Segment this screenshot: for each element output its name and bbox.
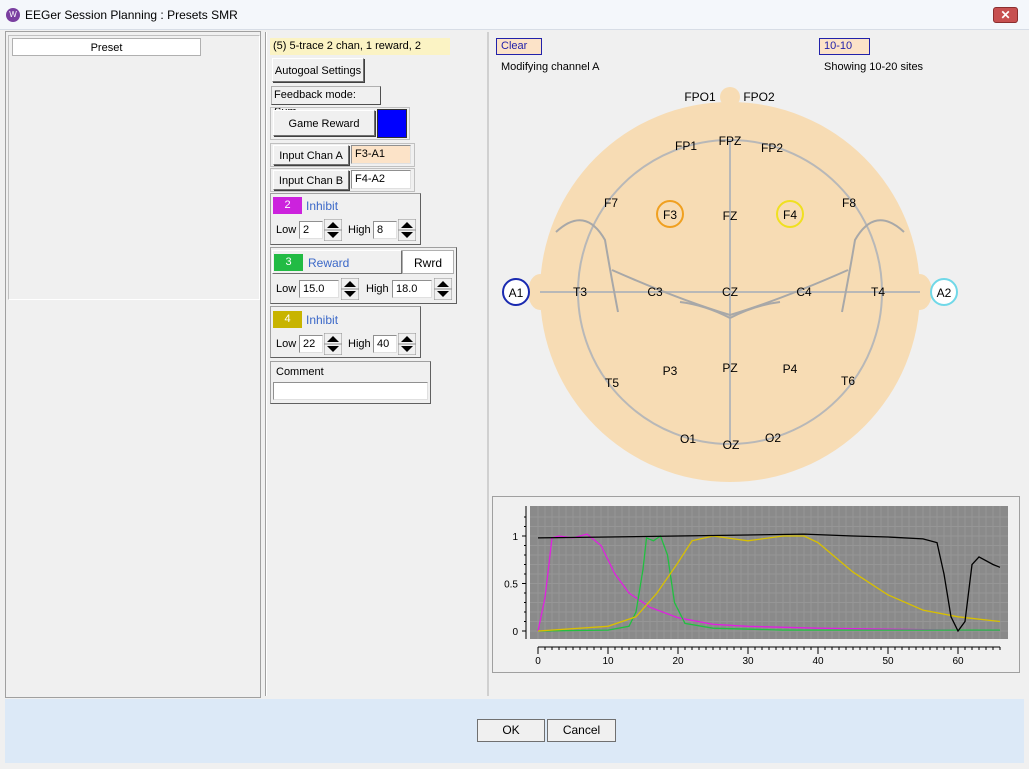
band-2-low-stepper[interactable] xyxy=(323,218,343,242)
site-o2[interactable]: O2 xyxy=(765,431,781,445)
site-t6[interactable]: T6 xyxy=(841,374,855,388)
site-pz[interactable]: PZ xyxy=(722,361,737,375)
site-p4[interactable]: P4 xyxy=(783,362,798,376)
band-3-low-field[interactable]: 15.0 xyxy=(299,280,339,298)
band-3-high-label: High xyxy=(366,283,389,295)
chart-y-tick-label: 1 xyxy=(512,532,518,543)
band-3-low-stepper[interactable] xyxy=(340,277,360,301)
band-4-high-label: High xyxy=(348,338,371,350)
system-toggle-button[interactable]: 10-10 xyxy=(819,38,870,55)
site-f3[interactable]: F3 xyxy=(663,208,677,222)
panel-divider xyxy=(265,32,267,696)
site-oz[interactable]: OZ xyxy=(723,438,740,452)
band-2-high-stepper[interactable] xyxy=(397,218,417,242)
electrode-head-map[interactable]: FPO1 FPO2 FP1 FPZ FP2 F7 F3 FZ F4 F8 A1 … xyxy=(495,82,970,487)
game-reward-color-button[interactable]: Game Reward Color xyxy=(273,110,375,156)
chart-x-tick-label: 40 xyxy=(812,656,824,667)
band-4-high-field[interactable]: 40 xyxy=(373,335,397,353)
chart-x-tick-label: 10 xyxy=(602,656,614,667)
cancel-button[interactable]: Cancel xyxy=(547,719,616,742)
band-4-high-stepper[interactable] xyxy=(397,332,417,356)
site-a2[interactable]: A2 xyxy=(937,286,952,300)
band-4-low-stepper[interactable] xyxy=(323,332,343,356)
preset-field[interactable]: Preset xyxy=(12,38,201,56)
chart-y-tick-label: 0.5 xyxy=(504,580,518,591)
site-cz[interactable]: CZ xyxy=(722,285,738,299)
band-2-high-field[interactable]: 8 xyxy=(373,221,397,239)
site-fp1[interactable]: FP1 xyxy=(675,139,697,153)
band-4-number[interactable]: 4 xyxy=(273,311,302,328)
site-t5[interactable]: T5 xyxy=(605,376,619,390)
window-title: EEGer Session Planning : Presets SMR xyxy=(25,8,238,22)
band-2-high-label: High xyxy=(348,224,371,236)
chart-x-tick-label: 20 xyxy=(672,656,684,667)
band-2-number[interactable]: 2 xyxy=(273,197,302,214)
band-4-type: Inhibit xyxy=(306,313,339,327)
chart-x-tick-label: 30 xyxy=(742,656,754,667)
site-fpo1[interactable]: FPO1 xyxy=(684,90,716,104)
game-reward-color-swatch[interactable] xyxy=(377,109,407,138)
site-f7[interactable]: F7 xyxy=(604,196,618,210)
ok-button[interactable]: OK xyxy=(477,719,545,742)
band-3-type: Reward xyxy=(308,256,350,270)
band-3-high-field[interactable]: 18.0 xyxy=(392,280,432,298)
band-2-low-field[interactable]: 2 xyxy=(299,221,323,239)
modifying-channel-text: Modifying channel A xyxy=(501,61,600,73)
input-chan-a-button[interactable]: Input Chan A xyxy=(273,145,349,165)
feedback-mode-button[interactable]: Feedback mode: Sum xyxy=(271,86,381,118)
chart-x-tick-label: 60 xyxy=(952,656,964,667)
input-chan-b-field[interactable]: F4-A2 xyxy=(351,170,411,189)
site-t3[interactable]: T3 xyxy=(573,285,587,299)
app-icon: W xyxy=(6,8,20,22)
chart-x-tick-label: 50 xyxy=(882,656,894,667)
site-fpo2[interactable]: FPO2 xyxy=(743,90,775,104)
clear-button[interactable]: Clear xyxy=(496,38,542,55)
site-fp2[interactable]: FP2 xyxy=(761,141,783,155)
showing-sites-text: Showing 10-20 sites xyxy=(824,61,924,73)
chart-x-tick-label: 0 xyxy=(535,656,541,667)
band-3-high-stepper[interactable] xyxy=(433,277,453,301)
site-f8[interactable]: F8 xyxy=(842,196,856,210)
band-3-number: 3 xyxy=(274,254,303,271)
site-o1[interactable]: O1 xyxy=(680,432,696,446)
site-t4[interactable]: T4 xyxy=(871,285,885,299)
site-p3[interactable]: P3 xyxy=(663,364,678,378)
input-chan-a-field[interactable]: F3-A1 xyxy=(351,145,411,164)
preset-description: (5) 5-trace 2 chan, 1 reward, 2 inhibit xyxy=(270,38,450,69)
site-c4[interactable]: C4 xyxy=(796,285,812,299)
autogoal-settings-button[interactable]: Autogoal Settings xyxy=(272,58,364,82)
site-f4[interactable]: F4 xyxy=(783,208,797,222)
panel-divider xyxy=(487,32,489,696)
input-chan-b-button[interactable]: Input Chan B xyxy=(273,170,349,190)
comment-field[interactable] xyxy=(273,382,428,400)
band-2-type: Inhibit xyxy=(306,199,339,213)
band-2-low-label: Low xyxy=(276,224,297,236)
site-c3[interactable]: C3 xyxy=(647,285,663,299)
comment-label: Comment xyxy=(276,366,324,378)
filter-response-chart: 0 10 20 30 40 50 60 0 0.5 1 xyxy=(504,506,1008,667)
site-fpz[interactable]: FPZ xyxy=(719,134,742,148)
band-4-low-label: Low xyxy=(276,338,297,350)
band-4-low-field[interactable]: 22 xyxy=(299,335,323,353)
reward-mode-button[interactable]: Rwrd xyxy=(402,250,454,274)
band-3-low-label: Low xyxy=(276,283,297,295)
site-a1[interactable]: A1 xyxy=(509,286,524,300)
close-button[interactable]: ✕ xyxy=(993,7,1018,23)
chart-y-tick-label: 0 xyxy=(512,627,518,638)
preset-list[interactable] xyxy=(8,35,260,300)
site-fz[interactable]: FZ xyxy=(723,209,738,223)
